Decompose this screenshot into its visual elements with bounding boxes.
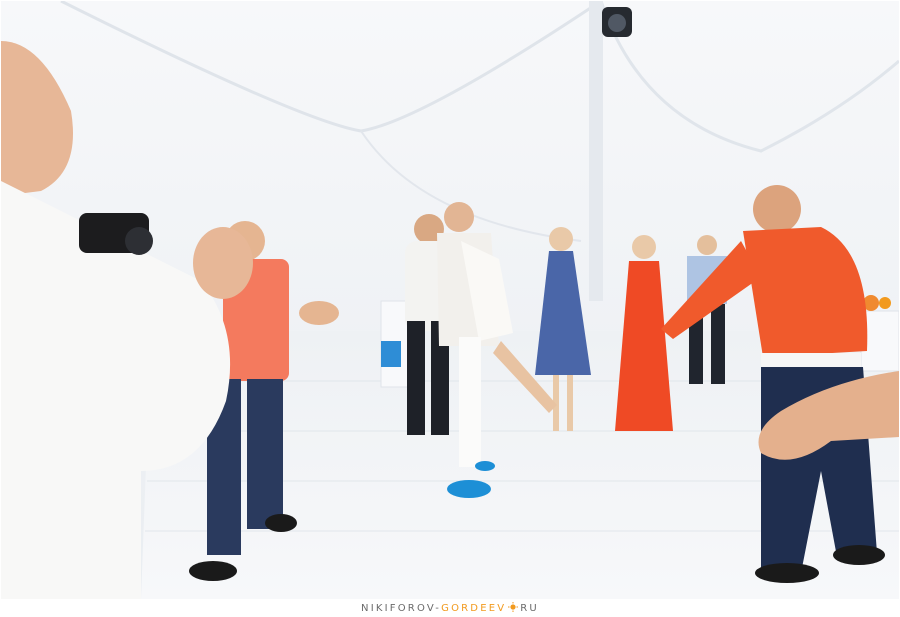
blue-shoe [447,480,491,498]
watermark-part2: GORDEEV [441,603,507,614]
groom-trousers [459,337,481,467]
wedding-photo [1,1,899,599]
sun-icon [508,602,519,615]
tent-pole [589,1,603,301]
photo-scene [1,1,899,599]
watermark: NIKIFOROV- GORDEEV RU [0,600,900,617]
watermark-part3: RU [520,603,539,614]
watermark-part1: NIKIFOROV- [361,603,442,614]
bride [444,202,474,232]
